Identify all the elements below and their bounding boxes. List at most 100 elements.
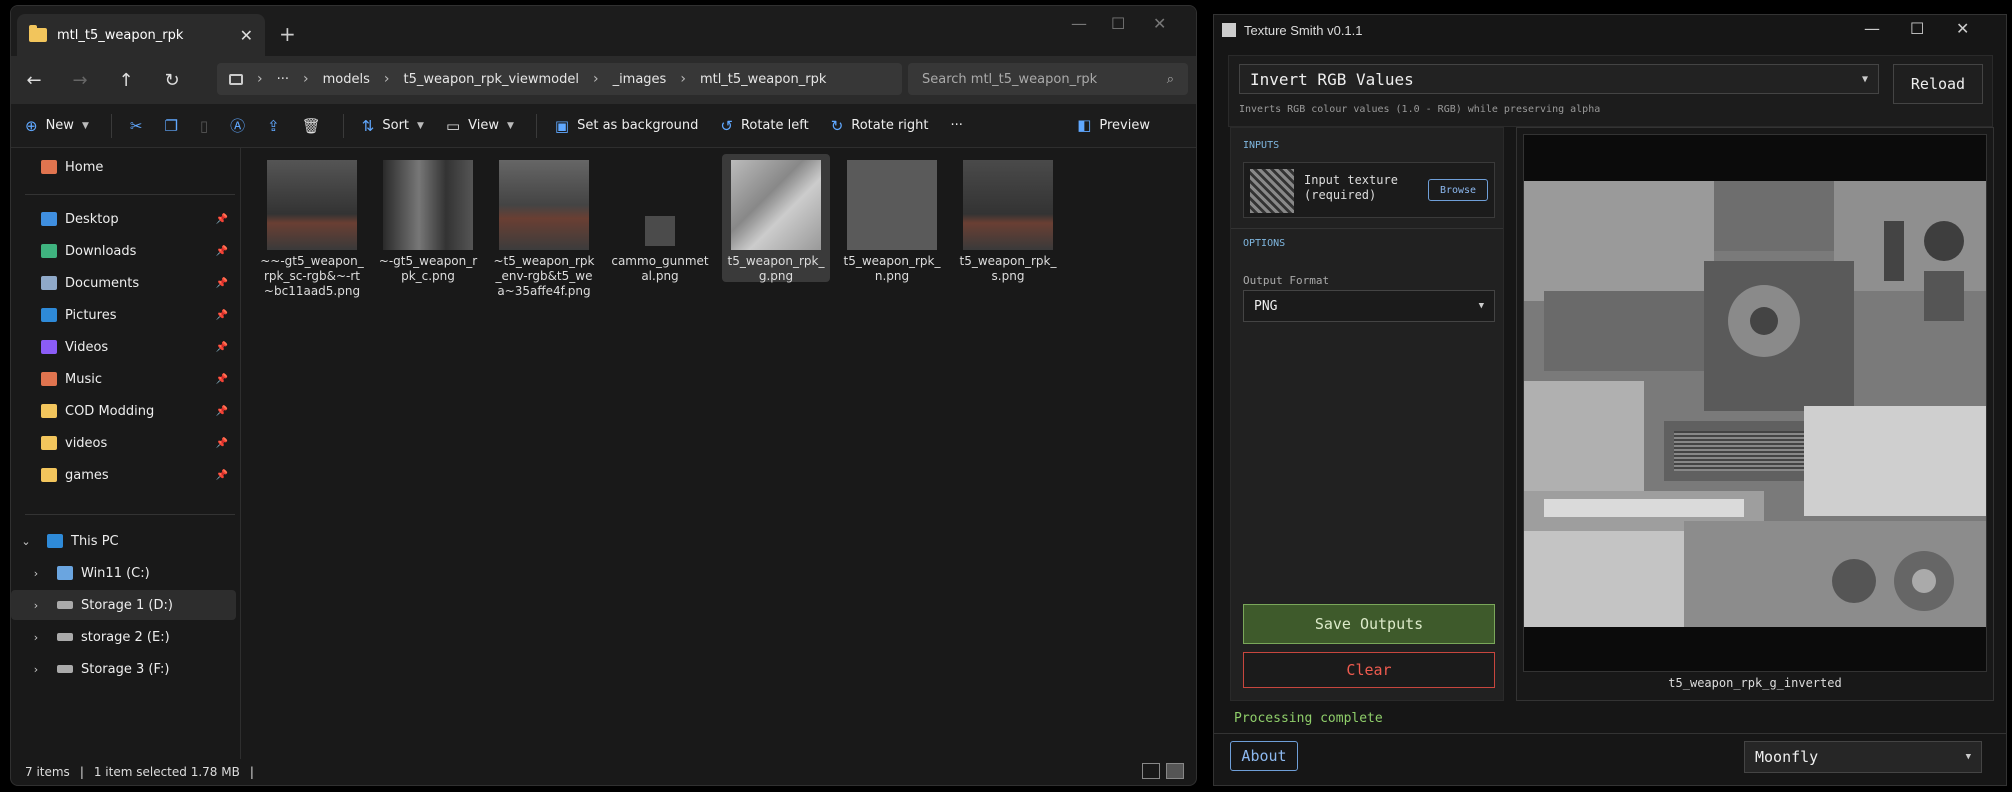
- address-bar[interactable]: › ··· › models › t5_weapon_rpk_viewmodel…: [217, 63, 902, 95]
- rotate-left-button[interactable]: ↺ Rotate left: [720, 117, 808, 135]
- sidebar-item-videos[interactable]: Videos 📌: [11, 332, 236, 362]
- sidebar-item-drive-d[interactable]: › Storage 1 (D:): [11, 590, 236, 620]
- drive-icon: [57, 566, 73, 580]
- sort-button[interactable]: ⇅ Sort ▼: [362, 117, 424, 135]
- sidebar-item-label: Documents: [65, 275, 140, 291]
- sidebar-item-label: COD Modding: [65, 403, 155, 419]
- file-name: ~t5_weapon_rpk_env-rgb&t5_wea~35affe4f.p…: [493, 254, 595, 298]
- preview-button[interactable]: ◧ Preview: [1077, 116, 1150, 134]
- maximize-icon[interactable]: ☐: [1111, 14, 1125, 33]
- close-tab-icon[interactable]: ✕: [240, 26, 253, 45]
- file-item[interactable]: ~~-gt5_weapon_rpk_sc-rgb&~-rt~bc11aad5.p…: [258, 154, 366, 298]
- pin-icon[interactable]: 📌: [216, 438, 228, 449]
- file-name: ~~-gt5_weapon_rpk_sc-rgb&~-rt~bc11aad5.p…: [260, 254, 364, 298]
- app-icon: [1222, 23, 1236, 37]
- item-count: 7 items: [25, 765, 70, 779]
- sidebar-item-music[interactable]: Music 📌: [11, 364, 236, 394]
- file-item[interactable]: ~-gt5_weapon_rpk_c.png: [374, 154, 482, 283]
- rename-button[interactable]: Ⓐ: [230, 115, 245, 136]
- delete-button[interactable]: 🗑: [302, 117, 321, 135]
- rename-icon: Ⓐ: [230, 117, 246, 135]
- sidebar-item-label: Desktop: [65, 211, 119, 227]
- pin-icon[interactable]: 📌: [216, 406, 228, 417]
- browse-button[interactable]: Browse: [1428, 179, 1488, 201]
- save-outputs-button[interactable]: Save Outputs: [1243, 604, 1495, 644]
- close-window-icon[interactable]: ✕: [1153, 14, 1166, 33]
- sidebar-item-downloads[interactable]: Downloads 📌: [11, 236, 236, 266]
- share-button[interactable]: ⇪: [267, 117, 280, 135]
- tab-title: mtl_t5_weapon_rpk: [57, 27, 184, 43]
- copy-button[interactable]: ❐: [164, 117, 177, 135]
- view-button[interactable]: ▭ View ▼: [446, 117, 514, 135]
- sidebar-item-desktop[interactable]: Desktop 📌: [11, 204, 236, 234]
- file-item[interactable]: cammo_gunmetal.png: [606, 154, 714, 283]
- details-view-icon[interactable]: [1142, 763, 1160, 779]
- file-item[interactable]: ~t5_weapon_rpk_env-rgb&t5_wea~35affe4f.p…: [490, 154, 598, 298]
- clear-button[interactable]: Clear: [1243, 652, 1495, 688]
- more-label: ···: [950, 118, 963, 133]
- breadcrumb-viewmodel[interactable]: t5_weapon_rpk_viewmodel: [404, 72, 579, 87]
- chevron-right-icon: ›: [33, 598, 39, 612]
- set-as-background-button[interactable]: ▣ Set as background: [555, 117, 698, 135]
- copy-icon: ❐: [164, 116, 178, 135]
- minimize-icon[interactable]: —: [1864, 19, 1880, 38]
- breadcrumb-models[interactable]: models: [323, 72, 370, 87]
- explorer-tab[interactable]: mtl_t5_weapon_rpk ✕: [17, 14, 265, 56]
- output-format-select[interactable]: PNG ▼: [1243, 290, 1495, 322]
- pin-icon[interactable]: 📌: [216, 246, 228, 257]
- sidebar-item-home[interactable]: Home: [11, 152, 236, 182]
- breadcrumb-more[interactable]: ···: [277, 72, 289, 87]
- forward-icon[interactable]: →: [57, 70, 103, 91]
- rotate-left-icon: ↺: [720, 116, 733, 135]
- back-icon[interactable]: ←: [11, 70, 57, 91]
- file-item[interactable]: t5_weapon_rpk_n.png: [838, 154, 946, 283]
- more-button[interactable]: ···: [951, 118, 963, 133]
- pin-icon[interactable]: 📌: [216, 342, 228, 353]
- about-button[interactable]: About: [1230, 741, 1298, 771]
- pin-icon[interactable]: 📌: [216, 470, 228, 481]
- sidebar-item-pictures[interactable]: Pictures 📌: [11, 300, 236, 330]
- reload-button[interactable]: Reload: [1893, 64, 1983, 104]
- input-texture-slot[interactable]: Input texture (required) Browse: [1243, 162, 1495, 218]
- sidebar-item-drive-c[interactable]: › Win11 (C:): [11, 558, 236, 588]
- maximize-icon[interactable]: ☐: [1910, 19, 1924, 38]
- preview-pane-icon: ◧: [1077, 116, 1092, 134]
- breadcrumb-current[interactable]: mtl_t5_weapon_rpk: [700, 72, 826, 87]
- pin-icon[interactable]: 📌: [216, 374, 228, 385]
- sidebar-item-documents[interactable]: Documents 📌: [11, 268, 236, 298]
- minimize-icon[interactable]: —: [1071, 14, 1087, 33]
- pin-icon[interactable]: 📌: [216, 214, 228, 225]
- up-icon[interactable]: ↑: [103, 70, 149, 91]
- operation-select[interactable]: Invert RGB Values ▼: [1239, 64, 1879, 94]
- scissors-icon: ✂: [129, 116, 143, 135]
- sidebar-item-this-pc[interactable]: ⌄ This PC: [11, 526, 236, 556]
- pin-icon[interactable]: 📌: [216, 310, 228, 321]
- chevron-right-icon: ›: [33, 566, 39, 580]
- search-input[interactable]: Search mtl_t5_weapon_rpk ⌕: [908, 63, 1188, 95]
- cut-button[interactable]: ✂: [130, 117, 143, 135]
- sidebar-item-videos-folder[interactable]: videos 📌: [11, 428, 236, 458]
- breadcrumb-images[interactable]: _images: [613, 72, 667, 87]
- new-button[interactable]: ⊕ New ▼: [25, 117, 89, 135]
- theme-select[interactable]: Moonfly ▼: [1744, 741, 1982, 773]
- pin-icon[interactable]: 📌: [216, 278, 228, 289]
- large-icons-view-icon[interactable]: [1166, 763, 1184, 779]
- sidebar-item-drive-e[interactable]: › storage 2 (E:): [11, 622, 236, 652]
- desktop-icon: [41, 212, 57, 226]
- new-tab-button[interactable]: +: [279, 22, 296, 46]
- sidebar-item-label: Storage 1 (D:): [81, 597, 173, 613]
- close-window-icon[interactable]: ✕: [1956, 19, 1969, 38]
- search-placeholder: Search mtl_t5_weapon_rpk: [922, 71, 1098, 87]
- refresh-icon[interactable]: ↻: [149, 70, 195, 91]
- preview-canvas[interactable]: [1523, 134, 1987, 672]
- file-item-selected[interactable]: t5_weapon_rpk_g.png: [722, 154, 830, 283]
- sidebar-item-cod-modding[interactable]: COD Modding 📌: [11, 396, 236, 426]
- drive-icon: [57, 665, 73, 673]
- file-name: t5_weapon_rpk_g.png: [727, 254, 825, 283]
- rotate-right-button[interactable]: ↻ Rotate right: [831, 117, 929, 135]
- sidebar-item-drive-f[interactable]: › Storage 3 (F:): [11, 654, 236, 684]
- paste-button[interactable]: ▯: [200, 117, 208, 135]
- sidebar-item-games[interactable]: games 📌: [11, 460, 236, 490]
- file-item[interactable]: t5_weapon_rpk_s.png: [954, 154, 1062, 283]
- image-icon: ▣: [554, 116, 570, 135]
